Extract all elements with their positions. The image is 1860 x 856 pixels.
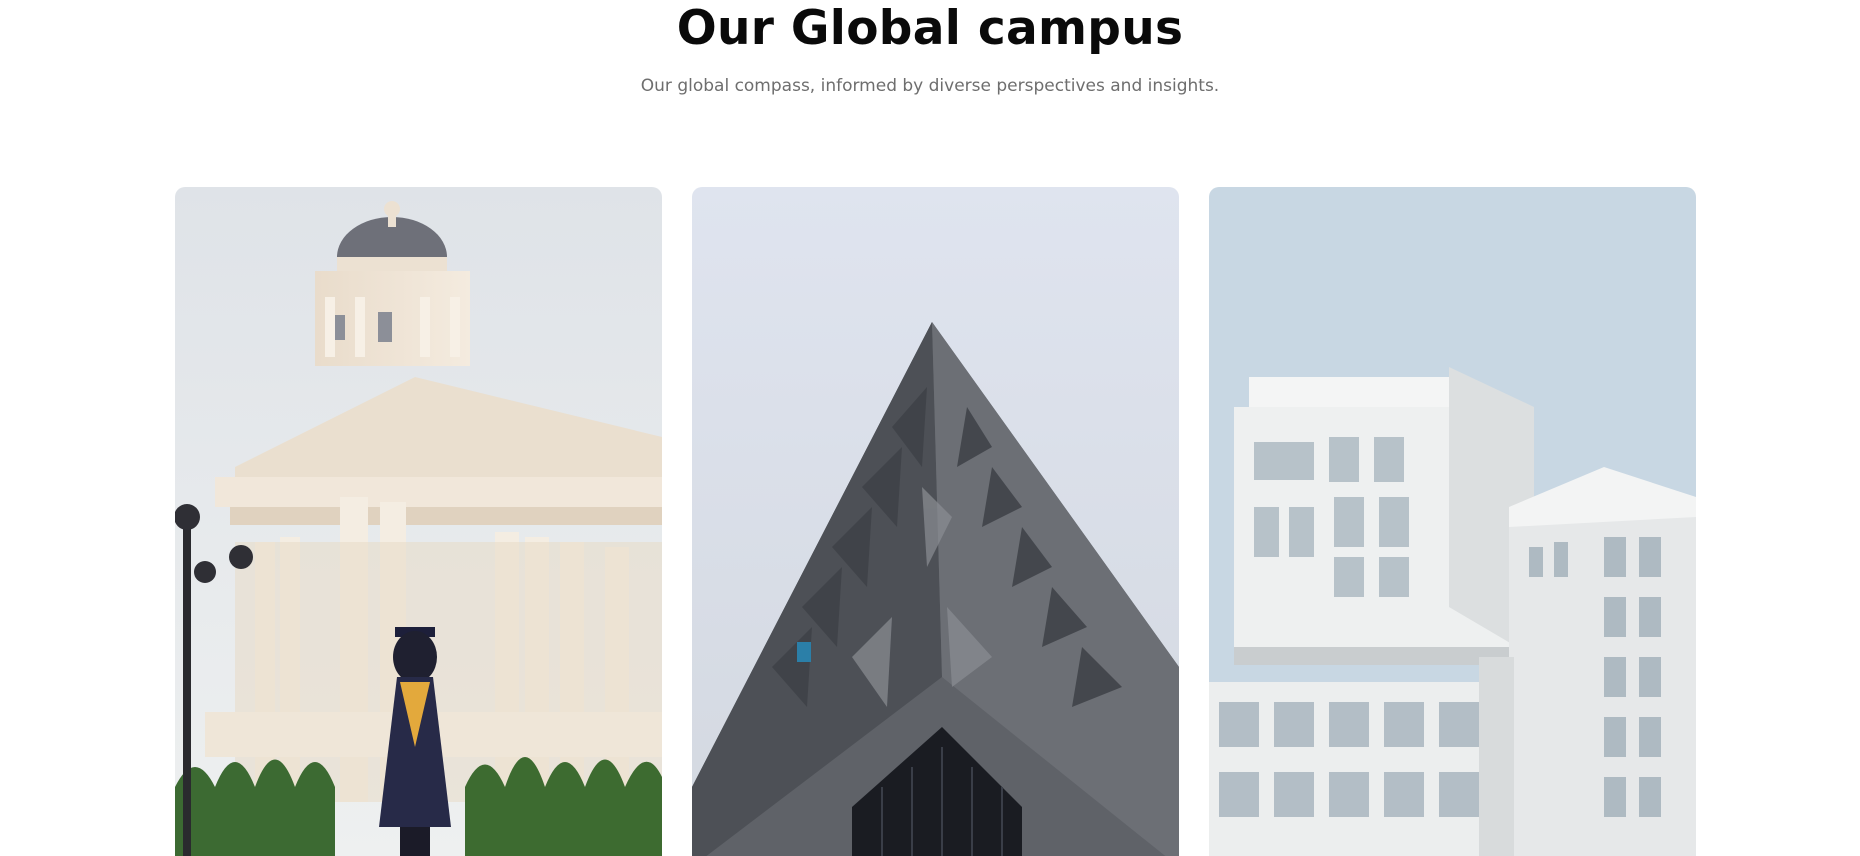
campus-image-modular-building [1209, 187, 1696, 856]
campus-image-neoclassical [175, 187, 662, 856]
section-title: Our Global campus [676, 1, 1184, 56]
section-subtitle: Our global compass, informed by diverse … [640, 76, 1220, 96]
campus-image-angular-building [692, 187, 1179, 856]
campus-image-card-3[interactable] [1209, 187, 1696, 856]
global-campus-section: Our Global campus Our global compass, in… [0, 0, 1860, 856]
campus-image-card-2[interactable] [692, 187, 1179, 856]
campus-image-card-1[interactable] [175, 187, 662, 856]
